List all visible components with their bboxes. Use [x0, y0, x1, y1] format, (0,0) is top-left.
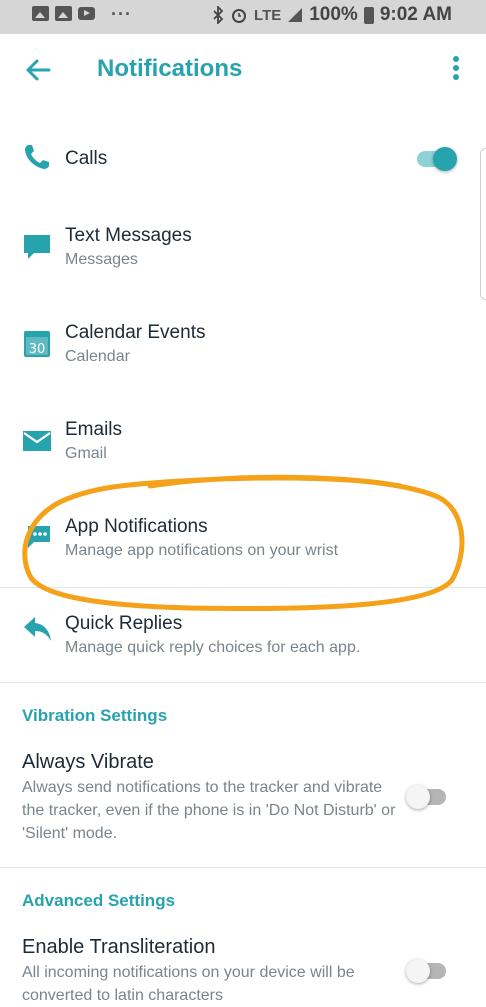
- image-notification-icon: [55, 6, 72, 21]
- phone-icon: [25, 145, 49, 169]
- clock: 9:02 AM: [379, 4, 452, 25]
- list-item-quick-replies[interactable]: Quick Replies Manage quick reply choices…: [0, 606, 486, 676]
- section-header-vibration: Vibration Settings: [22, 706, 168, 725]
- status-right: LTE 100% 9:02 AM: [212, 4, 452, 26]
- alarm-icon: [232, 9, 247, 23]
- divider: [0, 587, 486, 588]
- gallery-notification-icon: [32, 6, 49, 21]
- toggle-knob: [406, 785, 430, 809]
- network-type: LTE: [254, 6, 282, 24]
- list-item-subtitle: Manage app notifications on your wrist: [65, 542, 339, 559]
- reply-icon: [24, 617, 51, 641]
- list-item-title: Quick Replies: [65, 613, 183, 634]
- youtube-notification-icon: [78, 7, 95, 20]
- always-vibrate-description: Always send notifications to the tracker…: [22, 779, 396, 842]
- back-arrow-icon[interactable]: [24, 56, 52, 84]
- calls-toggle[interactable]: [415, 142, 459, 176]
- app-bar: Notifications: [0, 34, 486, 106]
- list-item-calls[interactable]: Calls: [0, 130, 486, 190]
- always-vibrate-toggle[interactable]: [406, 780, 450, 814]
- transliteration-description: All incoming notifications on your devic…: [22, 964, 355, 1004]
- list-item-emails[interactable]: Emails Gmail: [0, 412, 486, 482]
- app-chat-icon: [28, 526, 50, 548]
- divider: [0, 867, 486, 868]
- toggle-knob: [433, 147, 457, 171]
- signal-icon: [288, 8, 303, 22]
- list-item-title: Calendar Events: [65, 322, 206, 343]
- page-title: Notifications: [97, 55, 243, 82]
- always-vibrate-title: Always Vibrate: [22, 751, 154, 773]
- list-item-subtitle: Manage quick reply choices for each app.: [65, 639, 361, 656]
- more-notifications-icon: ···: [111, 3, 132, 24]
- divider: [0, 682, 486, 683]
- transliteration-title: Enable Transliteration: [22, 936, 216, 958]
- mail-icon: [23, 431, 51, 451]
- section-header-advanced: Advanced Settings: [22, 891, 176, 910]
- list-item-calendar-events[interactable]: 30 Calendar Events Calendar: [0, 315, 486, 385]
- list-item-title: Calls: [65, 148, 108, 169]
- list-item-app-notifications[interactable]: App Notifications Manage app notificatio…: [0, 509, 486, 579]
- list-item-title: Text Messages: [65, 225, 192, 246]
- toggle-knob: [406, 959, 430, 983]
- list-item-subtitle: Messages: [65, 251, 138, 268]
- status-left-icons: ···: [32, 3, 132, 24]
- list-item-text-messages[interactable]: Text Messages Messages: [0, 218, 486, 288]
- calendar-icon: 30: [24, 331, 50, 357]
- status-bar: ··· LTE 100% 9:02 AM: [0, 0, 486, 34]
- list-item-title: Emails: [65, 419, 123, 440]
- battery-icon: [363, 6, 374, 24]
- list-item-subtitle: Gmail: [65, 445, 107, 462]
- list-item-title: App Notifications: [65, 516, 208, 537]
- calendar-icon-day: 30: [29, 342, 46, 357]
- transliteration-toggle[interactable]: [406, 954, 450, 988]
- bluetooth-icon: [213, 6, 224, 24]
- battery-percent: 100%: [309, 4, 358, 25]
- list-item-subtitle: Calendar: [65, 348, 130, 365]
- message-icon: [24, 235, 50, 259]
- overflow-menu-icon[interactable]: [450, 56, 462, 82]
